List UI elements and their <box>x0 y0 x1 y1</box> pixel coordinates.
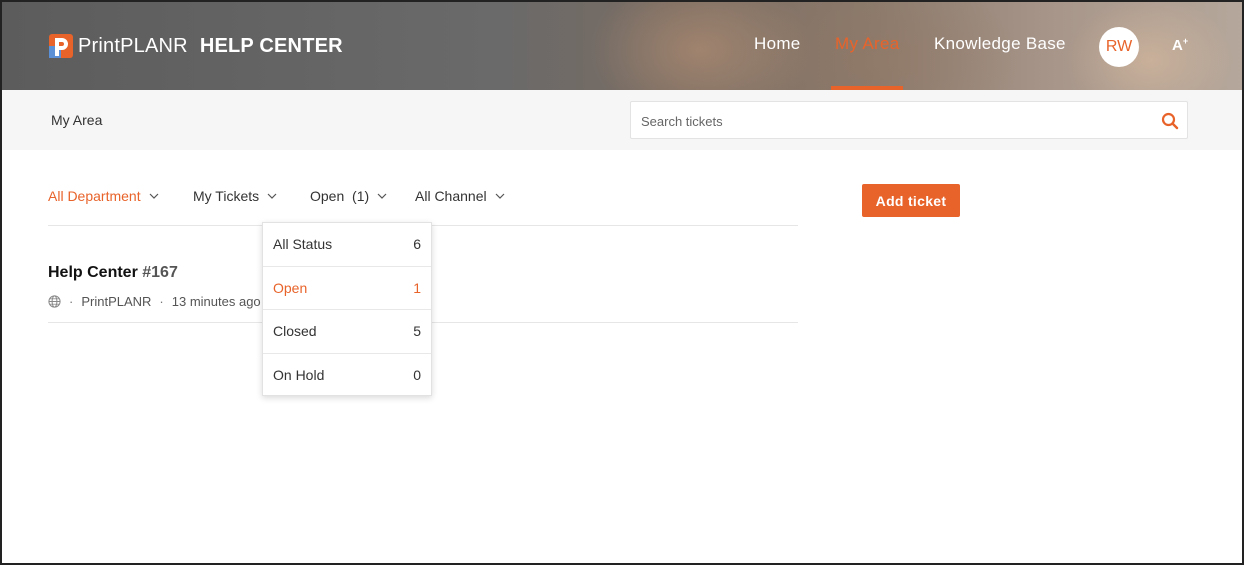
status-option-count: 1 <box>413 279 421 296</box>
globe-icon <box>48 295 61 308</box>
status-dropdown: All Status 6 Open 1 Closed 5 On Hold 0 <box>262 222 432 396</box>
chevron-down-icon <box>495 193 505 199</box>
search-icon[interactable] <box>1161 112 1179 130</box>
add-ticket-button[interactable]: Add ticket <box>862 184 960 217</box>
search-input[interactable] <box>641 111 1141 131</box>
nav-my-area[interactable]: My Area <box>835 34 899 54</box>
status-filter[interactable]: Open (1) <box>310 188 387 204</box>
header-banner: PrintPLANR HELP CENTER Home My Area Know… <box>0 0 1244 90</box>
printplanr-logo-icon <box>49 34 73 58</box>
status-option-open[interactable]: Open 1 <box>263 267 431 310</box>
status-option-all[interactable]: All Status 6 <box>263 223 431 267</box>
chevron-down-icon <box>377 193 387 199</box>
ticket-title[interactable]: Help Center #167 <box>48 264 178 282</box>
sub-header: My Area <box>0 90 1244 150</box>
tickets-filter-label: My Tickets <box>193 188 260 204</box>
chevron-down-icon <box>149 193 159 199</box>
font-size-icon[interactable]: A+ <box>1172 36 1188 54</box>
ticket-account: PrintPLANR <box>81 294 152 309</box>
chevron-down-icon <box>267 193 277 199</box>
nav-home[interactable]: Home <box>754 34 801 54</box>
status-filter-label: Open (1) <box>310 188 370 204</box>
status-option-on-hold[interactable]: On Hold 0 <box>263 354 431 398</box>
status-option-count: 0 <box>413 367 421 384</box>
ticket-number: #167 <box>142 264 178 281</box>
channel-filter-label: All Channel <box>415 188 487 204</box>
tickets-filter[interactable]: My Tickets <box>193 188 277 204</box>
department-filter-label: All Department <box>48 188 141 204</box>
status-option-label: Closed <box>273 323 317 340</box>
logo[interactable]: PrintPLANR HELP CENTER <box>48 32 343 60</box>
status-option-label: Open <box>273 279 308 296</box>
separator-dot: · <box>159 294 164 309</box>
ticket-subject: Help Center <box>48 264 138 281</box>
channel-filter[interactable]: All Channel <box>415 188 505 204</box>
search-box <box>630 101 1188 139</box>
status-option-count: 6 <box>413 236 421 253</box>
department-filter[interactable]: All Department <box>48 188 159 204</box>
ticket-meta: · PrintPLANR · 13 minutes ago <box>48 294 261 309</box>
ticket-time: 13 minutes ago <box>171 294 261 309</box>
breadcrumb[interactable]: My Area <box>51 112 102 128</box>
logo-suffix: HELP CENTER <box>199 34 343 57</box>
status-option-label: All Status <box>273 236 333 253</box>
separator-dot: · <box>69 294 74 309</box>
avatar[interactable]: RW <box>1099 27 1139 67</box>
status-option-label: On Hold <box>273 367 325 384</box>
status-option-closed[interactable]: Closed 5 <box>263 310 431 354</box>
nav-knowledge-base[interactable]: Knowledge Base <box>934 34 1066 54</box>
logo-text: PrintPLANR <box>78 34 188 57</box>
status-option-count: 5 <box>413 323 421 340</box>
